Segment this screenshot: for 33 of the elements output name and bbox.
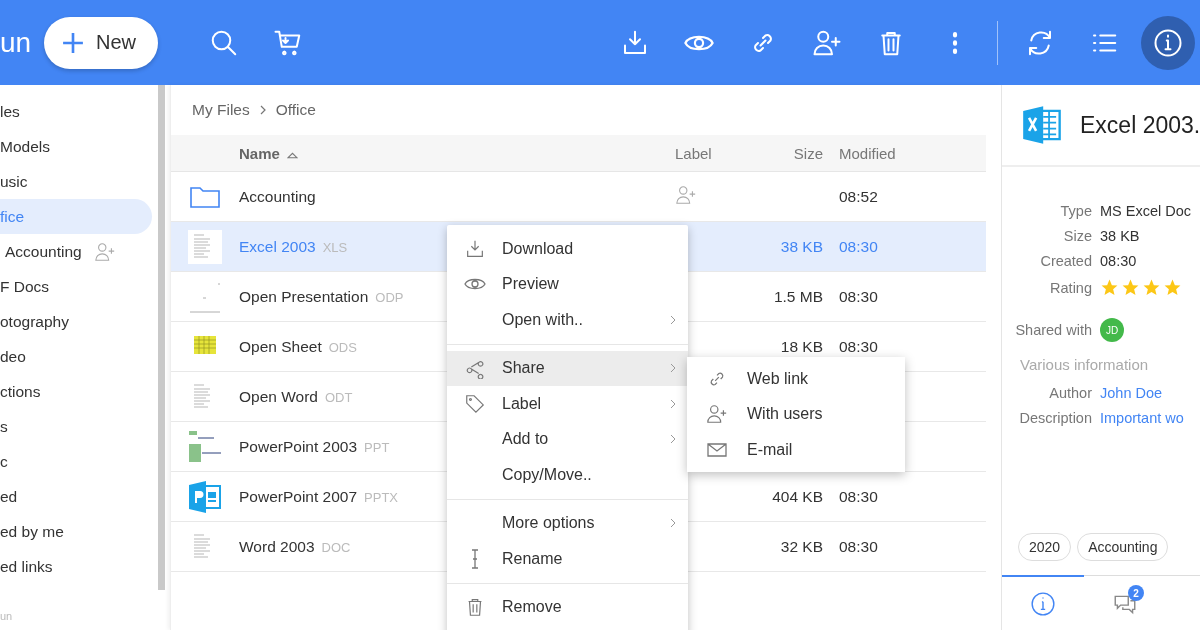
modified-time: 08:52 <box>839 187 878 205</box>
property-label: Description <box>1018 410 1092 426</box>
property-label: Type <box>1059 203 1092 219</box>
file-size: 32 KB <box>780 537 823 556</box>
file-extension: PPTX <box>364 489 399 505</box>
file-size: 18 KB <box>780 337 823 356</box>
property-value: 38 KB <box>1100 228 1141 244</box>
app-logo-text: un <box>0 26 33 59</box>
property-label: Rating <box>1049 279 1092 296</box>
modified-time: 08:30 <box>839 337 878 355</box>
file-size: 404 KB <box>772 487 823 506</box>
property-label: Size <box>1062 228 1092 244</box>
property-label: Shared with <box>1014 321 1092 338</box>
file-title: Excel 2003. <box>1080 111 1200 139</box>
modified-time: 08:30 <box>839 487 878 505</box>
property-label: Author <box>1048 385 1092 401</box>
file-extension: ODS <box>328 339 357 355</box>
modified-time: 08:30 <box>839 287 878 305</box>
property-value: 08:30 <box>1100 253 1138 269</box>
sidebar-footer-text: un <box>0 610 13 622</box>
section-heading: Various information <box>1019 355 1150 373</box>
modified-time: 08:30 <box>839 237 878 255</box>
file-extension: XLS <box>322 239 348 255</box>
property-value: MS Excel Doc <box>1100 203 1193 219</box>
file-extension: ODP <box>375 289 404 305</box>
file-size: 1.5 MB <box>773 287 823 306</box>
property-label: Created <box>1039 253 1092 269</box>
modified-time: 08:30 <box>839 537 878 555</box>
file-extension: ODT <box>325 389 353 405</box>
count-badge: 2 <box>1128 585 1144 601</box>
file-size: 38 KB <box>780 237 823 256</box>
file-extension: DOC <box>321 539 351 555</box>
file-extension: PPT <box>364 439 390 455</box>
